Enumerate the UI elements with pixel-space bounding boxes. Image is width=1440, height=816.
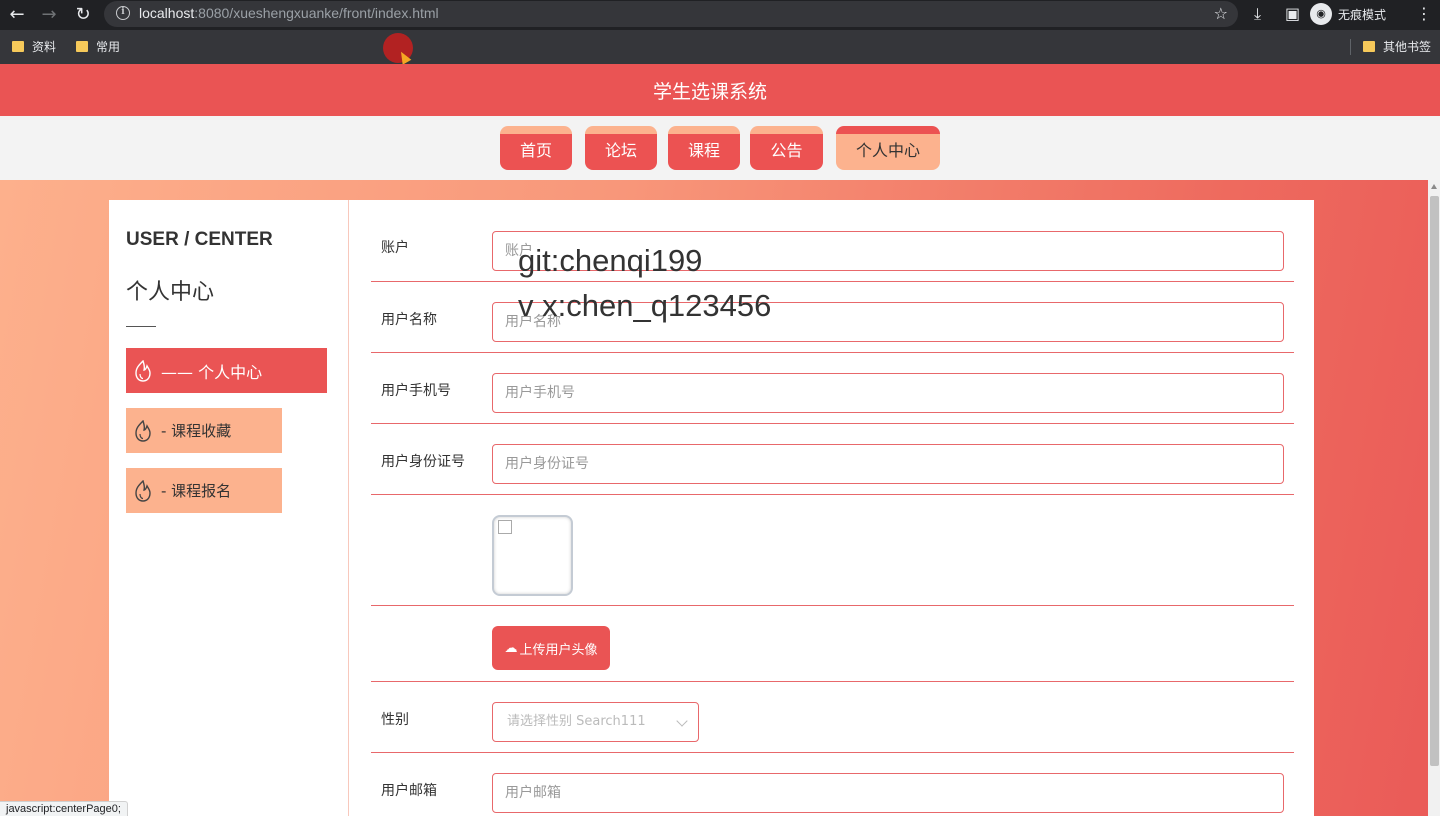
- form-row-id-card: 用户身份证号 用户身份证号: [371, 424, 1294, 495]
- watermark-line-1: git:chenqi199: [518, 243, 703, 278]
- phone-label: 用户手机号: [381, 383, 451, 399]
- sidebar-title-en: USER / CENTER: [126, 229, 273, 250]
- form-row-phone: 用户手机号 用户手机号: [371, 353, 1294, 424]
- username-label: 用户名称: [381, 312, 437, 328]
- sidebar-item-favorites[interactable]: - 课程收藏: [126, 408, 282, 453]
- download-icon[interactable]: ⤓: [1254, 4, 1261, 24]
- gender-label: 性别: [381, 712, 409, 728]
- sidebar-item-label: - 课程收藏: [161, 422, 232, 440]
- upload-avatar-button[interactable]: ☁ 上传用户头像: [492, 626, 610, 670]
- email-input[interactable]: 用户邮箱: [492, 773, 1284, 813]
- folder-icon: [12, 41, 24, 52]
- phone-input[interactable]: 用户手机号: [492, 373, 1284, 413]
- browser-status-bar: javascript:centerPage0;: [0, 801, 128, 816]
- bookmarks-bar: 资料 常用 其他书签: [0, 30, 1440, 64]
- sidebar-divider: [126, 326, 156, 327]
- tab-courses[interactable]: 课程: [668, 126, 740, 170]
- tab-forum[interactable]: 论坛: [585, 126, 657, 170]
- address-bar[interactable]: i localhost:8080/xueshengxuanke/front/in…: [104, 1, 1238, 27]
- watermark-line-2: v x:chen_q123456: [518, 288, 772, 323]
- chevron-down-icon: [676, 715, 688, 727]
- other-bookmarks[interactable]: 其他书签: [1363, 38, 1431, 55]
- sidebar-item-label: —— 个人中心: [161, 362, 263, 382]
- back-arrow-icon[interactable]: ←: [6, 4, 28, 26]
- bookmark-folder-1[interactable]: 资料: [12, 38, 56, 55]
- sidebar-item-user-center[interactable]: —— 个人中心: [126, 348, 327, 393]
- incognito-icon: ◉: [1310, 3, 1332, 25]
- form-row-upload: ☁ 上传用户头像: [371, 606, 1294, 682]
- bookmark-separator: [1350, 39, 1351, 55]
- scroll-up-icon[interactable]: [1431, 184, 1437, 189]
- folder-icon: [1363, 41, 1375, 52]
- tab-user-center[interactable]: 个人中心: [836, 126, 940, 170]
- incognito-indicator[interactable]: ◉ 无痕模式: [1310, 2, 1386, 26]
- cloud-upload-icon: ☁: [504, 640, 518, 656]
- site-header: 学生选课系统: [0, 64, 1440, 116]
- browser-toolbar: ← → ↻ i localhost:8080/xueshengxuanke/fr…: [0, 0, 1440, 30]
- form-row-avatar: [371, 495, 1294, 606]
- sidebar-item-label: - 课程报名: [161, 482, 232, 500]
- email-label: 用户邮箱: [381, 783, 437, 799]
- info-icon[interactable]: i: [116, 6, 130, 20]
- id-card-input[interactable]: 用户身份证号: [492, 444, 1284, 484]
- form-row-email: 用户邮箱 用户邮箱: [371, 753, 1294, 816]
- site-title: 学生选课系统: [652, 81, 767, 103]
- reload-icon[interactable]: ↻: [72, 4, 94, 26]
- scrollbar-thumb[interactable]: [1430, 196, 1439, 766]
- sidebar-item-enrollment[interactable]: - 课程报名: [126, 468, 282, 513]
- forward-arrow-icon[interactable]: →: [38, 4, 60, 26]
- url-text: localhost:8080/xueshengxuanke/front/inde…: [139, 5, 439, 21]
- main-nav: 首页 论坛 课程 公告 个人中心: [0, 116, 1440, 180]
- bookmark-star-icon[interactable]: ☆: [1214, 4, 1228, 23]
- menu-dots-icon[interactable]: ⋮: [1416, 4, 1432, 23]
- account-label: 账户: [381, 240, 409, 256]
- id-card-label: 用户身份证号: [381, 454, 465, 470]
- broken-image-icon: [498, 520, 512, 534]
- sidebar-toggle-icon[interactable]: ▣: [1285, 4, 1300, 23]
- form-row-account: 账户 账户: [371, 220, 1294, 282]
- form-row-gender: 性别 请选择性别 Search111: [371, 682, 1294, 753]
- flame-icon: [135, 479, 151, 502]
- form-row-username: 用户名称 用户名称: [371, 282, 1294, 353]
- bookmark-folder-2[interactable]: 常用: [76, 38, 120, 55]
- sidebar-title-cn: 个人中心: [126, 280, 215, 305]
- tab-home[interactable]: 首页: [500, 126, 572, 170]
- gender-select[interactable]: 请选择性别 Search111: [492, 702, 699, 742]
- flame-icon: [135, 419, 151, 442]
- folder-icon: [76, 41, 88, 52]
- avatar-preview: [492, 515, 573, 596]
- incognito-label: 无痕模式: [1338, 7, 1387, 22]
- flame-icon: [135, 359, 151, 382]
- tab-notices[interactable]: 公告: [750, 126, 823, 170]
